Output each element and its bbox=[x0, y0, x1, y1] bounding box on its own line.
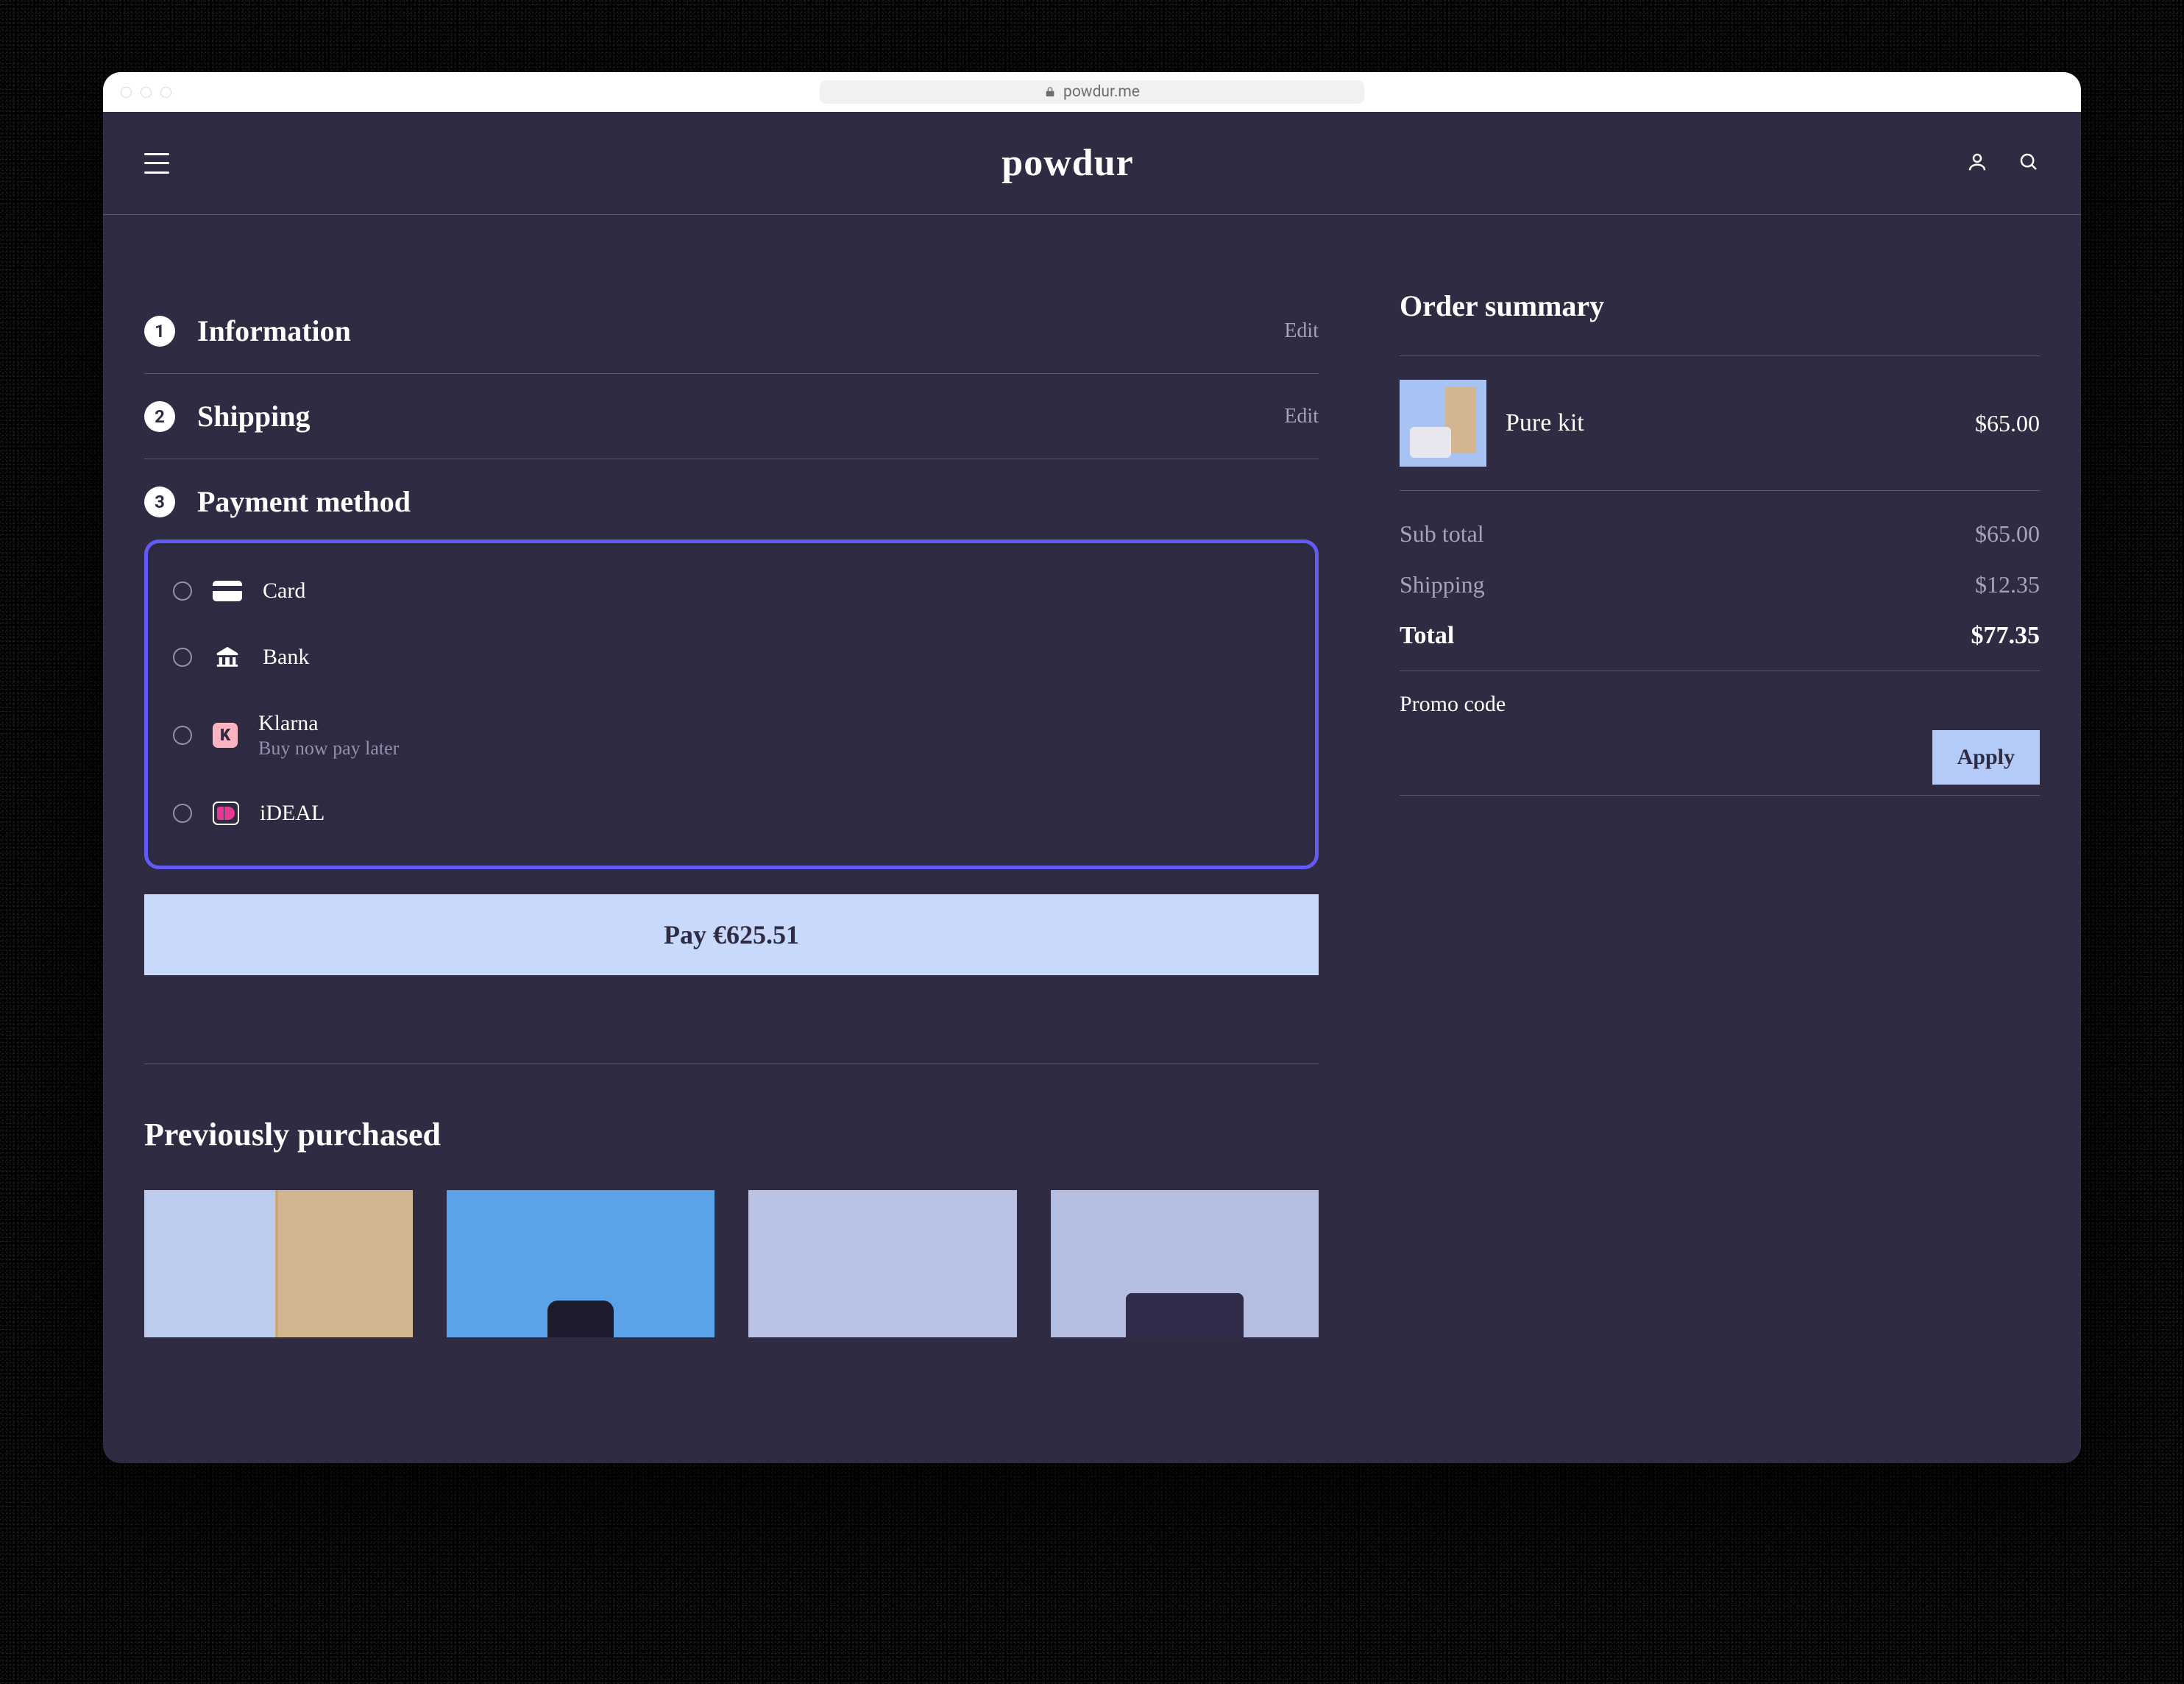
payment-option-ideal[interactable]: iDEAL bbox=[173, 780, 1290, 846]
summary-total: Total $77.35 bbox=[1400, 610, 2040, 671]
product-thumb[interactable] bbox=[1051, 1190, 1319, 1337]
product-thumb[interactable] bbox=[748, 1190, 1017, 1337]
url-bar[interactable]: powdur.me bbox=[820, 80, 1364, 104]
label: Total bbox=[1400, 622, 1454, 650]
product-thumb[interactable] bbox=[447, 1190, 715, 1337]
item-price: $65.00 bbox=[1975, 410, 2040, 437]
promo-section: Promo code Apply bbox=[1400, 671, 2040, 796]
step-shipping: 2 Shipping Edit bbox=[144, 374, 1319, 459]
radio-icon bbox=[173, 804, 192, 823]
hamburger-menu-icon[interactable] bbox=[144, 153, 169, 174]
bank-icon bbox=[213, 646, 242, 668]
window-controls bbox=[121, 87, 171, 98]
payment-sublabel: Buy now pay later bbox=[258, 737, 399, 760]
payment-label: iDEAL bbox=[260, 801, 325, 826]
label: Shipping bbox=[1400, 571, 1485, 598]
account-icon[interactable] bbox=[1966, 151, 1988, 176]
value: $12.35 bbox=[1975, 571, 2040, 598]
product-thumb[interactable] bbox=[144, 1190, 413, 1337]
payment-option-bank[interactable]: Bank bbox=[173, 624, 1290, 690]
promo-label: Promo code bbox=[1400, 692, 2040, 717]
label: Sub total bbox=[1400, 520, 1484, 548]
apply-promo-button[interactable]: Apply bbox=[1932, 730, 2040, 785]
klarna-icon: K bbox=[213, 723, 238, 748]
summary-subtotal: Sub total $65.00 bbox=[1400, 509, 2040, 559]
radio-icon bbox=[173, 726, 192, 745]
summary-shipping: Shipping $12.35 bbox=[1400, 559, 2040, 610]
browser-window: powdur.me powdur 1 Information Edit 2 bbox=[103, 72, 2081, 1463]
browser-chrome: powdur.me bbox=[103, 72, 2081, 112]
payment-label: Klarna bbox=[258, 711, 399, 736]
radio-icon bbox=[173, 648, 192, 667]
step-title: Shipping bbox=[197, 399, 310, 434]
window-minimize-icon[interactable] bbox=[141, 87, 152, 98]
url-text: powdur.me bbox=[1063, 83, 1140, 101]
payment-label: Bank bbox=[263, 645, 309, 670]
step-badge: 2 bbox=[144, 401, 175, 432]
step-badge: 1 bbox=[144, 316, 175, 347]
value: $65.00 bbox=[1975, 520, 2040, 548]
payment-label: Card bbox=[263, 579, 305, 604]
step-title: Payment method bbox=[197, 484, 411, 519]
payment-option-klarna[interactable]: K Klarna Buy now pay later bbox=[173, 690, 1290, 780]
step-badge: 3 bbox=[144, 487, 175, 517]
site-header: powdur bbox=[103, 112, 2081, 215]
summary-line-item: Pure kit $65.00 bbox=[1400, 356, 2040, 491]
product-thumb-icon bbox=[1400, 380, 1486, 467]
item-name: Pure kit bbox=[1506, 409, 1584, 437]
checkout-steps: 1 Information Edit 2 Shipping Edit 3 Pay… bbox=[144, 289, 1319, 1463]
site-logo[interactable]: powdur bbox=[1001, 141, 1133, 185]
ideal-icon bbox=[213, 802, 239, 825]
window-maximize-icon[interactable] bbox=[160, 87, 171, 98]
radio-icon bbox=[173, 581, 192, 601]
window-close-icon[interactable] bbox=[121, 87, 132, 98]
edit-information-link[interactable]: Edit bbox=[1284, 319, 1319, 343]
card-icon bbox=[213, 581, 242, 601]
step-title: Information bbox=[197, 314, 351, 348]
payment-option-card[interactable]: Card bbox=[173, 558, 1290, 624]
promo-code-input[interactable] bbox=[1400, 748, 1932, 785]
step-information: 1 Information Edit bbox=[144, 289, 1319, 374]
payment-method-panel: Card Bank K Klarna Buy now pay later bbox=[144, 539, 1319, 869]
previously-purchased-heading: Previously purchased bbox=[144, 1116, 1319, 1153]
edit-shipping-link[interactable]: Edit bbox=[1284, 405, 1319, 428]
value: $77.35 bbox=[1971, 622, 2041, 650]
step-payment: 3 Payment method bbox=[144, 459, 1319, 534]
order-summary: Order summary Pure kit $65.00 Sub total … bbox=[1400, 289, 2040, 1463]
pay-button[interactable]: Pay €625.51 bbox=[144, 894, 1319, 975]
previously-purchased-list bbox=[144, 1190, 1319, 1337]
summary-title: Order summary bbox=[1400, 289, 2040, 356]
lock-icon bbox=[1044, 86, 1056, 98]
search-icon[interactable] bbox=[2018, 151, 2040, 176]
